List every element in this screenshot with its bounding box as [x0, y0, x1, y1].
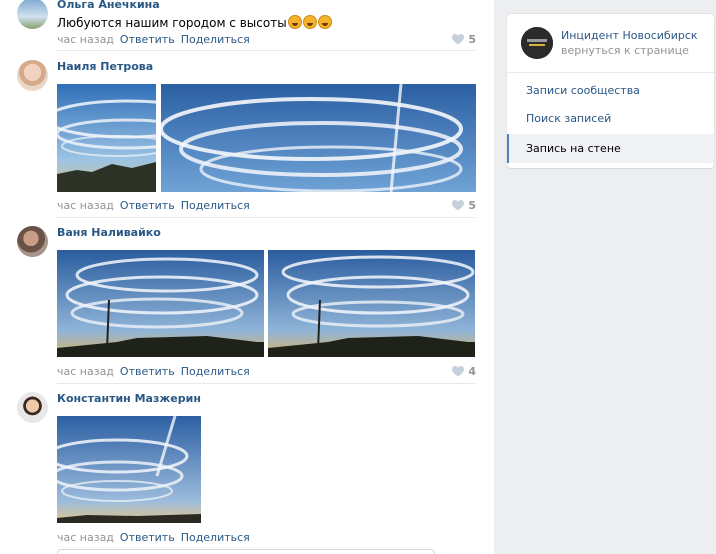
group-logo-icon: [521, 27, 553, 59]
like-button[interactable]: 5: [452, 33, 476, 46]
comment-time[interactable]: час назад: [57, 531, 114, 544]
share-link[interactable]: Поделиться: [181, 199, 250, 212]
comment-meta: час назад Ответить Поделиться: [57, 365, 250, 378]
sky-photo-image: [161, 84, 476, 192]
comment-author[interactable]: Константин Мазжерин: [57, 392, 201, 405]
comment-item: Ваня Наливайко час назад Ответить Подели…: [0, 218, 494, 384]
like-count: 5: [468, 33, 476, 46]
comment-text-body: Любуются нашим городом с высоты: [57, 16, 287, 30]
group-name-link[interactable]: Инцидент Новосибирск: [561, 29, 698, 42]
divider: [57, 50, 476, 51]
comment-author[interactable]: Наиля Петрова: [57, 60, 153, 73]
reply-input[interactable]: [57, 549, 435, 554]
comment-time[interactable]: час назад: [57, 199, 114, 212]
divider: [507, 72, 714, 73]
reply-link[interactable]: Ответить: [120, 531, 175, 544]
share-link[interactable]: Поделиться: [181, 33, 250, 46]
menu-item-wall-post[interactable]: Запись на стене: [507, 134, 714, 163]
like-count: 5: [468, 199, 476, 212]
sidebar-card: Инцидент Новосибирск вернуться к страниц…: [507, 14, 714, 168]
heart-icon: [452, 366, 465, 377]
comment-meta: час назад Ответить Поделиться: [57, 531, 250, 544]
comment-meta: час назад Ответить Поделиться: [57, 199, 250, 212]
like-button[interactable]: 5: [452, 199, 476, 212]
reply-link[interactable]: Ответить: [120, 33, 175, 46]
comment-photo[interactable]: [161, 84, 476, 192]
comments-panel: Ольга Анечкина Любуются нашим городом с …: [0, 0, 494, 554]
comment-text: Любуются нашим городом с высоты: [57, 15, 332, 30]
group-avatar[interactable]: [521, 27, 553, 59]
back-to-page-link[interactable]: вернуться к странице: [561, 44, 689, 57]
comment-meta: час назад Ответить Поделиться: [57, 33, 250, 46]
sky-photo-image: [57, 250, 264, 357]
sky-photo-image: [57, 416, 201, 523]
reply-link[interactable]: Ответить: [120, 199, 175, 212]
comment-photo[interactable]: [57, 416, 201, 523]
menu-item-community-posts[interactable]: Записи сообщества: [507, 76, 714, 105]
heart-icon: [452, 200, 465, 211]
comment-photo[interactable]: [57, 84, 156, 192]
heart-icon: [452, 34, 465, 45]
grin-emoji-icon: [302, 15, 317, 29]
comment-photo[interactable]: [57, 250, 264, 357]
comment-photo[interactable]: [268, 250, 475, 357]
grin-emoji-icon: [287, 15, 302, 29]
grin-emoji-icon: [317, 15, 332, 29]
avatar[interactable]: [17, 392, 48, 423]
comment-author[interactable]: Ваня Наливайко: [57, 226, 161, 239]
avatar[interactable]: [17, 0, 48, 29]
comment-item: Ольга Анечкина Любуются нашим городом с …: [0, 0, 494, 52]
avatar[interactable]: [17, 226, 48, 257]
like-count: 4: [468, 365, 476, 378]
comment-item: Константин Мазжерин час назад Ответить Под…: [0, 384, 494, 550]
comment-author[interactable]: Ольга Анечкина: [57, 0, 160, 11]
sky-photo-image: [57, 84, 156, 192]
comment-time[interactable]: час назад: [57, 365, 114, 378]
share-link[interactable]: Поделиться: [181, 531, 250, 544]
like-button[interactable]: 4: [452, 365, 476, 378]
avatar[interactable]: [17, 60, 48, 91]
menu-item-search-posts[interactable]: Поиск записей: [507, 104, 714, 133]
comment-time[interactable]: час назад: [57, 33, 114, 46]
reply-link[interactable]: Ответить: [120, 365, 175, 378]
sky-photo-image: [268, 250, 475, 357]
share-link[interactable]: Поделиться: [181, 365, 250, 378]
comment-item: Наиля Петрова час назад Ответить Поделит…: [0, 52, 494, 218]
